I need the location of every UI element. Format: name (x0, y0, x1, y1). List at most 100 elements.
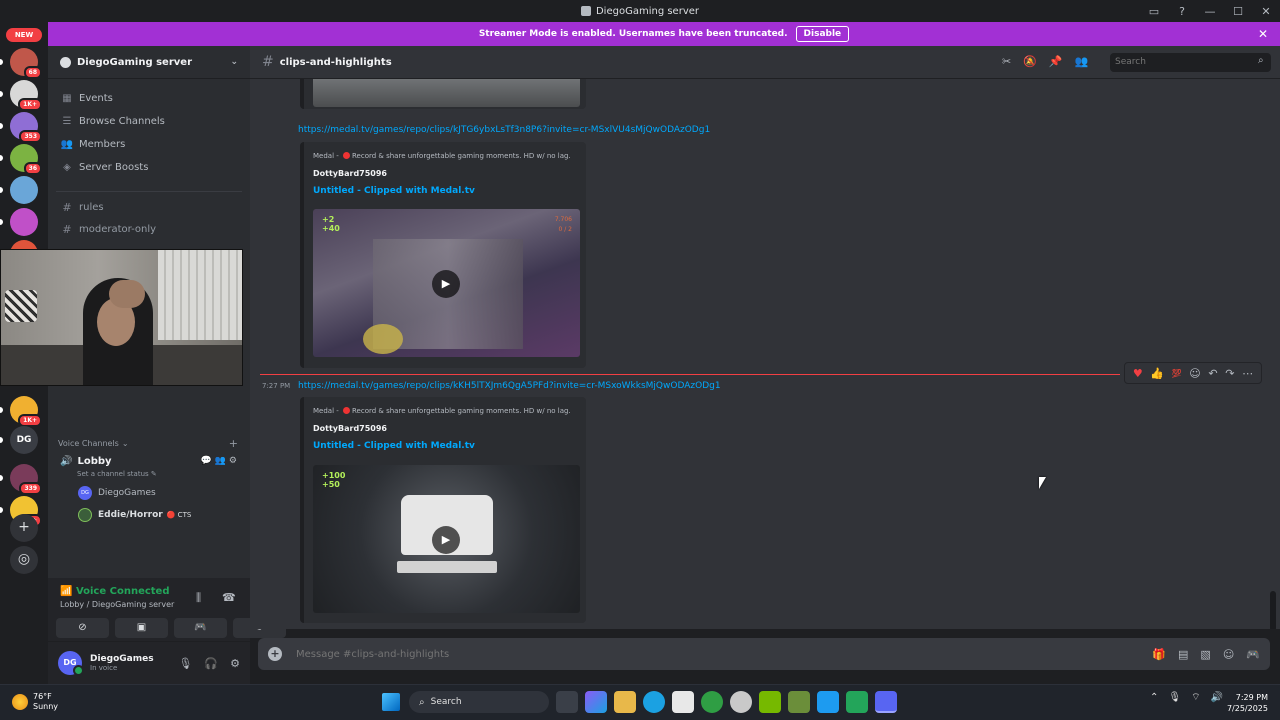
voice-user[interactable]: DG DiegoGames (48, 482, 250, 504)
disable-streamer-mode-button[interactable]: Disable (795, 26, 850, 42)
upload-plus-icon[interactable]: + (268, 647, 282, 661)
server-icon[interactable]: DG (0, 426, 38, 454)
edge-icon[interactable] (643, 691, 665, 713)
server-icon[interactable]: 1K+ (0, 396, 42, 427)
mention-badge: 1K+ (18, 414, 42, 427)
nav-label: Members (79, 138, 126, 150)
embed-author[interactable]: DottyBard75096 (313, 424, 387, 433)
nav-browse-channels[interactable]: ☰ Browse Channels (48, 110, 250, 132)
channel-status[interactable]: Set a channel status ✎ (48, 470, 250, 482)
message-link[interactable]: https://medal.tv/games/repo/clips/kJTG6y… (298, 125, 710, 135)
channel-moderator-only[interactable]: # moderator-only (48, 218, 250, 240)
start-icon[interactable] (382, 693, 400, 711)
embed-author[interactable]: DottyBard75096 (313, 169, 387, 178)
camera-off-button[interactable]: ⊘ (56, 618, 109, 638)
unread-pip (0, 507, 3, 513)
message-link[interactable]: https://medal.tv/games/repo/clips/kKH5lT… (298, 381, 721, 391)
server-icon[interactable]: 36 (0, 144, 42, 175)
discord-icon[interactable] (875, 691, 897, 713)
voice-location[interactable]: Lobby / DiegoGaming server (60, 600, 174, 609)
discover-icon[interactable]: ◎ (10, 546, 38, 574)
gift-icon[interactable]: 🎁 (1152, 648, 1166, 661)
screen-share-button[interactable]: ▣ (115, 618, 168, 638)
copilot-icon[interactable] (585, 691, 607, 713)
close-window-button[interactable]: ✕ (1252, 5, 1280, 18)
member-list-icon[interactable]: 👥 (1075, 55, 1089, 68)
thumbs-up-reaction-icon[interactable]: 👍 (1150, 367, 1164, 380)
avatar[interactable]: DG (58, 651, 84, 676)
noise-suppression-icon[interactable]: ⫼ (196, 591, 201, 605)
voice-channel-tools[interactable]: 💬👥⚙ (201, 456, 240, 466)
boost-icon: ◈ (63, 161, 71, 173)
store-icon[interactable] (672, 691, 694, 713)
activity-button[interactable]: 🎮 (174, 618, 227, 638)
chevron-down-icon[interactable]: ⌄ (230, 57, 238, 67)
wifi-icon[interactable]: ⌔ (1191, 691, 1200, 704)
new-badge[interactable]: NEW (6, 28, 42, 42)
video-thumbnail[interactable]: +2 +40 7.706 0 / 2 ▶ (313, 209, 580, 357)
server-icon[interactable]: 68 (0, 48, 42, 79)
server-icon[interactable] (0, 176, 38, 204)
chevron-up-icon[interactable]: ⌃ (1150, 692, 1158, 703)
embed-title[interactable]: Untitled - Clipped with Medal.tv (313, 441, 475, 451)
message-input[interactable] (296, 648, 1056, 660)
play-icon[interactable]: ▶ (432, 270, 460, 298)
minecraft-icon[interactable] (788, 691, 810, 713)
microphone-icon[interactable]: 🎙 (178, 657, 192, 670)
taskbar-clock[interactable]: 7:29 PM 7/25/2025 (1222, 692, 1268, 714)
reply-icon[interactable]: ↶ (1208, 367, 1217, 380)
twitter-icon[interactable] (817, 691, 839, 713)
nav-server-boosts[interactable]: ◈ Server Boosts (48, 156, 250, 178)
inbox-icon[interactable]: ▭ (1140, 5, 1168, 18)
video-thumbnail[interactable]: +100 +50 ▶ (313, 465, 580, 613)
embed-title[interactable]: Untitled - Clipped with Medal.tv (313, 186, 475, 196)
server-header[interactable]: DiegoGaming server ⌄ (48, 46, 250, 79)
hundred-reaction-icon[interactable]: 💯 (1172, 369, 1182, 378)
nav-events[interactable]: ▦ Events (48, 87, 250, 109)
notifications-muted-icon[interactable]: 🔕 (1023, 55, 1037, 68)
heart-reaction-icon[interactable]: ♥ (1133, 367, 1143, 380)
minimize-button[interactable]: — (1196, 5, 1224, 18)
scrollbar[interactable] (1270, 591, 1276, 629)
gif-icon[interactable]: ▤ (1178, 648, 1188, 661)
more-icon[interactable]: ⋯ (1242, 367, 1253, 380)
threads-icon[interactable]: ✂ (1002, 55, 1011, 68)
voice-channels-header[interactable]: Voice Channels ⌄ + (48, 434, 250, 452)
forward-icon[interactable]: ↷ (1225, 367, 1234, 380)
nvidia-icon[interactable] (759, 691, 781, 713)
voice-channel-lobby[interactable]: 🔊 Lobby 💬👥⚙ (48, 452, 250, 470)
chrome-icon[interactable] (730, 691, 752, 713)
add-reaction-icon[interactable]: ☺ (1189, 367, 1200, 380)
search-input[interactable] (1110, 53, 1271, 72)
gear-icon[interactable]: ⚙ (230, 657, 240, 670)
xbox-icon[interactable] (701, 691, 723, 713)
server-icon[interactable]: 353 (0, 112, 42, 143)
headphones-icon[interactable]: 🎧 (204, 657, 218, 670)
server-icon[interactable]: 1K+ (0, 80, 42, 111)
emoji-icon[interactable]: ☺ (1223, 648, 1234, 661)
activities-icon[interactable]: 🎮 (1246, 648, 1260, 661)
help-icon[interactable]: ? (1168, 5, 1196, 18)
close-banner-icon[interactable]: ✕ (1258, 27, 1268, 41)
discord-green-icon[interactable] (846, 691, 868, 713)
task-view-icon[interactable] (556, 691, 578, 713)
play-icon[interactable]: ▶ (432, 526, 460, 554)
voice-connected-status[interactable]: 📶 Voice Connected (60, 586, 170, 597)
video-thumbnail[interactable] (313, 79, 580, 107)
add-channel-icon[interactable]: + (229, 437, 238, 450)
nav-members[interactable]: 👥 Members (48, 133, 250, 155)
voice-user[interactable]: Eddie/Horror 🔴 CTS (48, 504, 250, 526)
disconnect-icon[interactable]: ☎ (222, 591, 236, 604)
maximize-button[interactable]: ☐ (1224, 5, 1252, 18)
user-names[interactable]: DiegoGames In voice (90, 654, 154, 672)
weather-widget[interactable]: 76°F Sunny (12, 692, 58, 712)
file-explorer-icon[interactable] (614, 691, 636, 713)
microphone-icon[interactable]: 🎙 (1168, 692, 1181, 703)
server-icon[interactable] (0, 208, 38, 236)
add-server-icon[interactable]: + (10, 514, 38, 542)
server-icon[interactable]: 339 (0, 464, 42, 495)
sticker-icon[interactable]: ▧ (1200, 648, 1210, 661)
taskbar-search[interactable]: ⌕ Search (409, 691, 549, 713)
pin-icon[interactable]: 📌 (1049, 55, 1063, 68)
channel-rules[interactable]: # rules (48, 196, 250, 218)
